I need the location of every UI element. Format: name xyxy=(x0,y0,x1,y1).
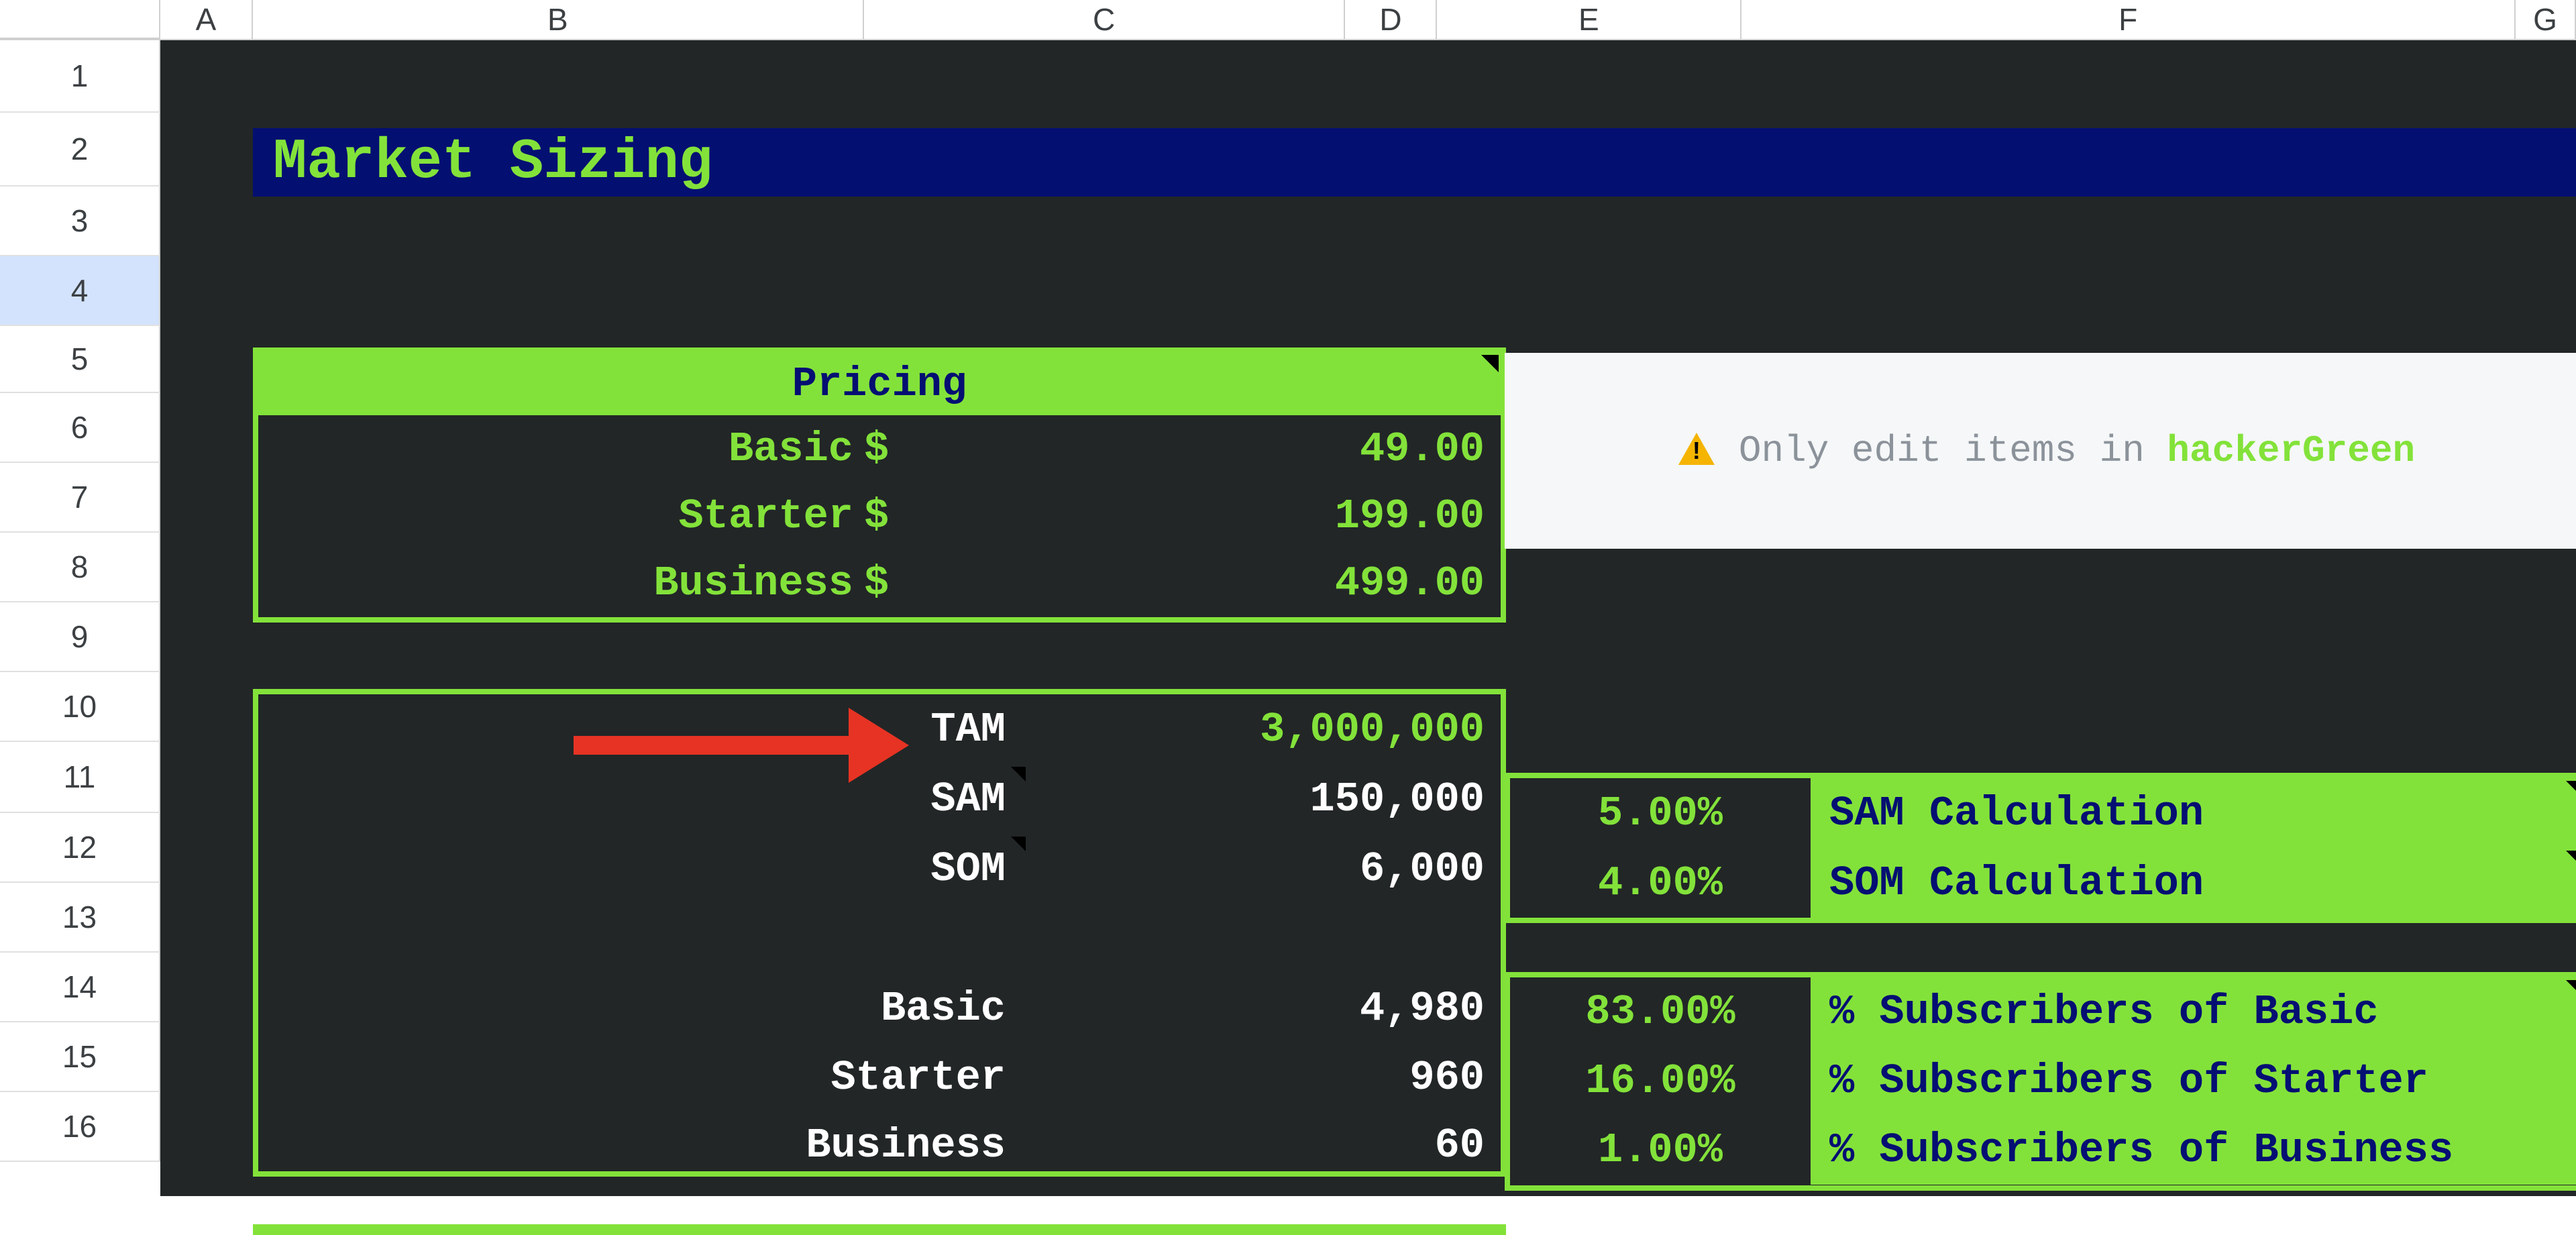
row-header-4[interactable]: 4 xyxy=(0,256,160,326)
row-headers: 1 2 3 4 5 6 7 8 9 10 11 12 13 14 15 16 xyxy=(0,40,160,1162)
warning-icon xyxy=(1678,433,1715,469)
pricing-business-value[interactable]: 499.00 xyxy=(911,559,1501,607)
row-header-12[interactable]: 12 xyxy=(0,813,160,883)
cell-note-indicator-icon[interactable] xyxy=(1011,837,1026,851)
pricing-header-label: Pricing xyxy=(792,360,967,408)
pricing-business-label: Business xyxy=(258,559,864,607)
sam-calc-label: SAM Calculation xyxy=(1811,778,2576,848)
cell-note-indicator-icon[interactable] xyxy=(1011,767,1026,782)
column-header-C[interactable]: C xyxy=(864,0,1346,39)
tam-value[interactable]: 3,000,000 xyxy=(1016,706,1501,753)
market-row-starter[interactable]: Starter 960 xyxy=(258,1042,1501,1112)
callout-text: Only edit items in hackerGreen xyxy=(1739,429,2415,472)
row-header-13[interactable]: 13 xyxy=(0,883,160,953)
pricing-header[interactable]: Pricing xyxy=(258,353,1501,415)
market-row-business[interactable]: Business 60 xyxy=(258,1110,1501,1180)
next-box-top-border xyxy=(253,1224,1506,1235)
market-row-som[interactable]: SOM 6,000 xyxy=(258,834,1501,904)
column-header-A[interactable]: A xyxy=(160,0,253,39)
tam-label: TAM xyxy=(258,706,1016,753)
row-header-10[interactable]: 10 xyxy=(0,672,160,742)
pricing-table: Pricing Basic $ 49.00 Starter $ 199.00 B… xyxy=(253,347,1506,623)
sub-starter-label: % Subscribers of Starter xyxy=(1811,1046,2576,1116)
row-header-5[interactable]: 5 xyxy=(0,326,160,393)
sub-basic-text: % Subscribers of Basic xyxy=(1829,988,2379,1036)
som-pct[interactable]: 4.00% xyxy=(1510,859,1811,907)
column-header-D[interactable]: D xyxy=(1345,0,1437,39)
sub-starter-label: Starter xyxy=(258,1054,1016,1102)
sub-row-business[interactable]: 1.00% % Subscribers of Business xyxy=(1510,1116,2576,1185)
market-row-sam[interactable]: SAM 150,000 xyxy=(258,764,1501,834)
pricing-starter-value[interactable]: 199.00 xyxy=(911,492,1501,540)
sub-basic-label: Basic xyxy=(258,985,1016,1032)
callout-prefix: Only edit items in xyxy=(1739,429,2167,472)
select-all-corner[interactable] xyxy=(0,0,160,39)
som-value: 6,000 xyxy=(1016,845,1501,893)
sheet-canvas[interactable]: Market Sizing Pricing Basic $ 49.00 Star… xyxy=(160,40,2576,1196)
som-calc-label: SOM Calculation xyxy=(1811,848,2576,918)
sub-business-label: % Subscribers of Business xyxy=(1811,1116,2576,1185)
row-header-16[interactable]: 16 xyxy=(0,1092,160,1162)
market-row-basic[interactable]: Basic 4,980 xyxy=(258,973,1501,1043)
info-callout: Only edit items in hackerGreen xyxy=(1505,353,2576,549)
market-sizing-table: TAM 3,000,000 SAM 150,000 SOM 6,000 Basi… xyxy=(253,689,1506,1177)
cell-note-indicator-icon[interactable] xyxy=(1481,355,1499,372)
pricing-row-business[interactable]: Business $ 499.00 xyxy=(258,549,1501,616)
pricing-currency: $ xyxy=(864,425,911,473)
pricing-row-starter[interactable]: Starter $ 199.00 xyxy=(258,482,1501,549)
pricing-starter-label: Starter xyxy=(258,492,864,540)
row-header-6[interactable]: 6 xyxy=(0,393,160,463)
sub-row-starter[interactable]: 16.00% % Subscribers of Starter xyxy=(1510,1046,2576,1116)
row-header-9[interactable]: 9 xyxy=(0,602,160,672)
column-headers: A B C D E F G xyxy=(0,0,2576,40)
spreadsheet: A B C D E F G 1 2 3 4 5 6 7 8 9 10 11 12… xyxy=(0,0,2576,1196)
sam-calc-text: SAM Calculation xyxy=(1829,790,2204,837)
column-header-G[interactable]: G xyxy=(2516,0,2576,39)
sub-basic-pct[interactable]: 83.00% xyxy=(1510,988,1811,1036)
sub-row-basic[interactable]: 83.00% % Subscribers of Basic xyxy=(1510,977,2576,1046)
sub-starter-value: 960 xyxy=(1016,1054,1501,1102)
cell-note-indicator-icon[interactable] xyxy=(2566,781,2576,796)
sub-business-pct[interactable]: 1.00% xyxy=(1510,1126,1811,1174)
sub-business-text: % Subscribers of Business xyxy=(1829,1126,2453,1174)
column-header-F[interactable]: F xyxy=(1741,0,2516,39)
pricing-basic-value[interactable]: 49.00 xyxy=(911,425,1501,473)
sam-value: 150,000 xyxy=(1016,775,1501,823)
calc-row-som[interactable]: 4.00% SOM Calculation xyxy=(1510,848,2576,918)
row-header-8[interactable]: 8 xyxy=(0,533,160,602)
sub-basic-label: % Subscribers of Basic xyxy=(1811,977,2576,1046)
pricing-rows: Basic $ 49.00 Starter $ 199.00 Business … xyxy=(258,415,1501,616)
row-header-7[interactable]: 7 xyxy=(0,463,160,533)
callout-highlight: hackerGreen xyxy=(2167,429,2415,472)
calc-percent-table: 5.00% SAM Calculation 4.00% SOM Calculat… xyxy=(1505,773,2576,923)
sub-basic-value: 4,980 xyxy=(1016,985,1501,1032)
calc-row-sam[interactable]: 5.00% SAM Calculation xyxy=(1510,778,2576,848)
pricing-currency: $ xyxy=(864,559,911,607)
sub-starter-pct[interactable]: 16.00% xyxy=(1510,1057,1811,1105)
subscribers-percent-table: 83.00% % Subscribers of Basic 16.00% % S… xyxy=(1505,972,2576,1191)
pricing-basic-label: Basic xyxy=(258,425,864,473)
row-header-2[interactable]: 2 xyxy=(0,113,160,186)
row-header-14[interactable]: 14 xyxy=(0,953,160,1022)
row-header-3[interactable]: 3 xyxy=(0,186,160,256)
sam-pct[interactable]: 5.00% xyxy=(1510,790,1811,837)
cell-note-indicator-icon[interactable] xyxy=(2566,980,2576,995)
som-label: SOM xyxy=(258,845,1016,893)
som-calc-text: SOM Calculation xyxy=(1829,859,2204,907)
row-header-1[interactable]: 1 xyxy=(0,40,160,113)
cell-note-indicator-icon[interactable] xyxy=(2566,851,2576,865)
pricing-currency: $ xyxy=(864,492,911,540)
pricing-row-basic[interactable]: Basic $ 49.00 xyxy=(258,415,1501,482)
sub-business-value: 60 xyxy=(1016,1122,1501,1169)
sub-business-label: Business xyxy=(258,1122,1016,1169)
sam-label: SAM xyxy=(258,775,1016,823)
market-row-tam[interactable]: TAM 3,000,000 xyxy=(258,694,1501,764)
column-header-B[interactable]: B xyxy=(253,0,864,39)
row-header-11[interactable]: 11 xyxy=(0,742,160,813)
sheet-title: Market Sizing xyxy=(253,128,2576,197)
column-header-E[interactable]: E xyxy=(1437,0,1741,39)
sub-starter-text: % Subscribers of Starter xyxy=(1829,1057,2428,1105)
row-header-15[interactable]: 15 xyxy=(0,1022,160,1092)
